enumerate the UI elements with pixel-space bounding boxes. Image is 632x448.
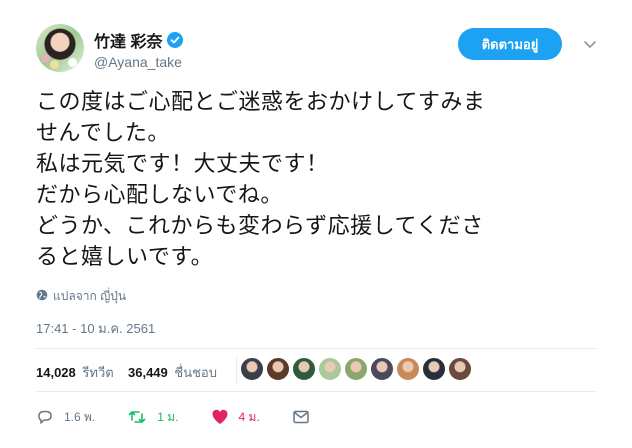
following-button[interactable]: ติดตามอยู่	[458, 28, 562, 60]
tweet-text: この度はご心配とご迷惑をおかけしてすみま せんでした。 私は元気です！大丈夫です…	[36, 90, 486, 270]
liker-avatar[interactable]	[318, 357, 342, 381]
message-icon	[292, 408, 310, 426]
like-count: 4 ม.	[238, 409, 260, 424]
user-avatar[interactable]	[36, 24, 84, 72]
heart-icon	[211, 408, 229, 426]
liker-avatar[interactable]	[370, 357, 394, 381]
retweet-icon	[127, 408, 147, 426]
liker-avatar[interactable]	[292, 357, 316, 381]
tweet-actions: 1.6 พ. 1 ม. 4 ม.	[36, 405, 342, 429]
liker-avatar[interactable]	[396, 357, 420, 381]
stats-separator	[236, 356, 237, 384]
reply-button[interactable]: 1.6 พ.	[36, 408, 95, 427]
verified-badge-icon	[167, 32, 184, 48]
liker-avatar[interactable]	[266, 357, 290, 381]
liker-avatar[interactable]	[344, 357, 368, 381]
liker-avatars	[240, 357, 472, 381]
display-name[interactable]: 竹達 彩奈	[94, 28, 162, 52]
tweet-timestamp[interactable]: 17:41 - 10 ม.ค. 2561	[36, 318, 155, 339]
retweets-count: 14,028	[36, 365, 76, 380]
retweets-stat[interactable]: 14,028 รีทวีต	[36, 362, 114, 383]
retweet-count: 1 ม.	[157, 409, 179, 424]
liker-avatar[interactable]	[448, 357, 472, 381]
translate-link[interactable]: แปลจาก ญี่ปุ่น	[36, 287, 126, 306]
liker-avatar[interactable]	[240, 357, 264, 381]
globe-icon	[36, 289, 48, 304]
reply-icon	[36, 408, 54, 426]
tweet-stats: 14,028 รีทวีต 36,449 ชื่นชอบ	[36, 350, 596, 390]
liker-avatar[interactable]	[422, 357, 446, 381]
likes-stat[interactable]: 36,449 ชื่นชอบ	[128, 362, 217, 383]
chevron-down-icon[interactable]	[582, 36, 598, 52]
divider-top	[36, 348, 596, 349]
reply-count: 1.6 พ.	[64, 409, 96, 424]
divider-bottom	[36, 391, 596, 392]
likes-count: 36,449	[128, 365, 168, 380]
retweet-button[interactable]: 1 ม.	[127, 408, 179, 427]
likes-label: ชื่นชอบ	[174, 365, 217, 380]
user-handle[interactable]: @Ayana_take	[94, 54, 182, 70]
retweets-label: รีทวีต	[82, 365, 114, 380]
tweet-header: 竹達 彩奈 @Ayana_take ติดตามอยู่	[36, 24, 606, 80]
translate-label[interactable]: แปลจาก ญี่ปุ่น	[53, 287, 126, 306]
name-row: 竹達 彩奈	[94, 28, 184, 52]
message-button[interactable]	[292, 408, 310, 426]
like-button[interactable]: 4 ม.	[211, 408, 260, 427]
